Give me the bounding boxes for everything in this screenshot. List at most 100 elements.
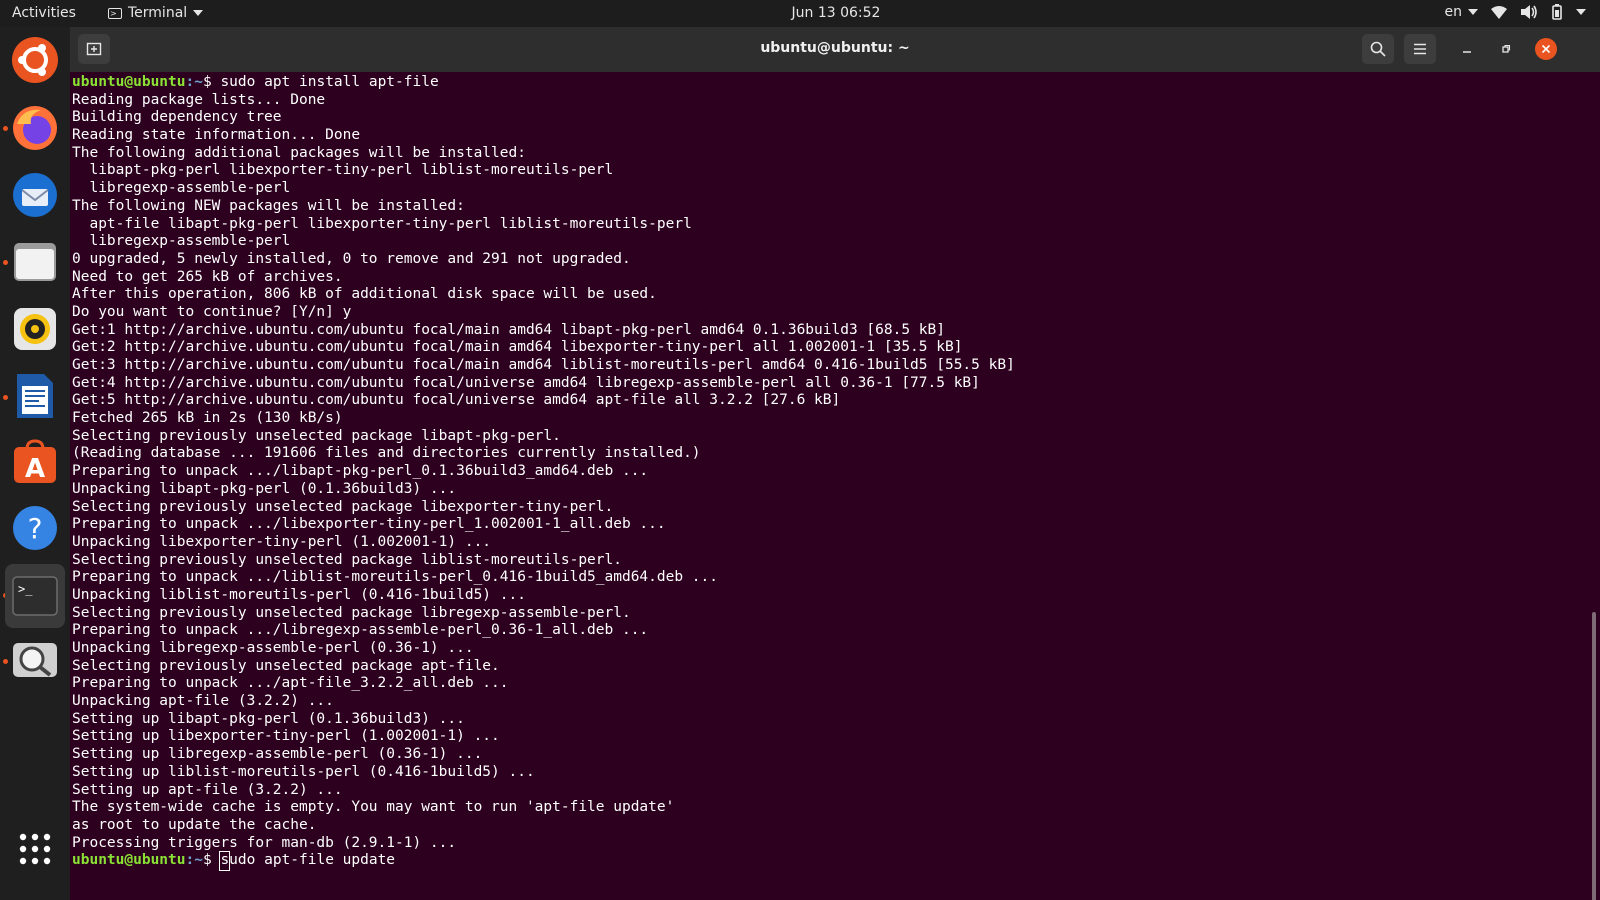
output-line: Unpacking libregexp-assemble-perl (0.36-… bbox=[72, 640, 474, 656]
output-line: Unpacking libapt-pkg-perl (0.1.36build3)… bbox=[72, 480, 457, 497]
header-bar[interactable]: ubuntu@ubuntu: ~ bbox=[70, 27, 1600, 72]
show-applications-button[interactable] bbox=[7, 821, 63, 877]
output-line: Selecting previously unselected package … bbox=[72, 657, 500, 674]
search-icon bbox=[1370, 41, 1386, 57]
search-button[interactable] bbox=[1362, 34, 1394, 64]
output-line: Get:4 http://archive.ubuntu.com/ubuntu f… bbox=[72, 374, 980, 391]
firefox-icon bbox=[13, 106, 57, 150]
output-line: libregexp-assemble-perl bbox=[72, 180, 291, 197]
terminal-lines: ubuntu@ubuntu:~$ sudo apt install apt-fi… bbox=[72, 74, 1015, 871]
output-line: Setting up libregexp-assemble-perl (0.36… bbox=[72, 746, 483, 763]
terminal-output[interactable]: ubuntu@ubuntu:~$ sudo apt install apt-fi… bbox=[70, 72, 1600, 900]
output-line: Selecting previously unselected package … bbox=[72, 551, 622, 568]
output-line: Unpacking apt-file (3.2.2) ... bbox=[72, 693, 334, 710]
dock-item-ubuntu[interactable] bbox=[7, 32, 63, 88]
svg-text:?: ? bbox=[28, 512, 43, 545]
chevron-down-icon bbox=[1576, 9, 1586, 15]
output-line: Selecting previously unselected package … bbox=[72, 427, 561, 444]
dock-item-writer[interactable] bbox=[7, 368, 63, 424]
dock-item-app-store[interactable]: A bbox=[7, 434, 63, 490]
maximize-button[interactable] bbox=[1495, 38, 1517, 60]
current-input-line[interactable]: ubuntu@ubuntu:~$ sudo apt-file update bbox=[72, 851, 1015, 871]
battery-icon bbox=[1552, 4, 1562, 20]
output-line: (Reading database ... 191606 files and d… bbox=[72, 445, 701, 462]
output-line: Get:5 http://archive.ubuntu.com/ubuntu f… bbox=[72, 392, 841, 409]
dock: A ? >_ bbox=[0, 27, 70, 900]
command-output: Reading package lists... Done Building de… bbox=[72, 92, 1015, 853]
output-line: Get:1 http://archive.ubuntu.com/ubuntu f… bbox=[72, 321, 945, 338]
minimize-button[interactable] bbox=[1456, 38, 1478, 60]
folder-icon bbox=[14, 243, 56, 281]
dock-item-screenshot[interactable] bbox=[7, 632, 63, 688]
input-text: udo apt-file update bbox=[229, 852, 396, 869]
output-line: apt-file libapt-pkg-perl libexporter-tin… bbox=[72, 215, 692, 232]
output-line: Get:2 http://archive.ubuntu.com/ubuntu f… bbox=[72, 339, 963, 356]
output-line: After this operation, 806 kB of addition… bbox=[72, 286, 657, 303]
close-button[interactable] bbox=[1535, 38, 1557, 60]
output-line: Reading package lists... Done bbox=[72, 91, 326, 108]
shopping-bag-icon: A bbox=[14, 439, 56, 484]
terminal-window: ubuntu@ubuntu: ~ ubuntu@ubuntu:~$ sudo a… bbox=[70, 27, 1600, 900]
output-line: libregexp-assemble-perl bbox=[72, 233, 291, 250]
output-line: Selecting previously unselected package … bbox=[72, 604, 631, 621]
menu-button[interactable] bbox=[1404, 34, 1436, 64]
output-line: Need to get 265 kB of archives. bbox=[72, 268, 343, 285]
dock-item-terminal[interactable]: >_ bbox=[5, 564, 65, 628]
output-line: Processing triggers for man-db (2.9.1-1)… bbox=[72, 834, 457, 851]
output-line: Unpacking libexporter-tiny-perl (1.00200… bbox=[72, 533, 492, 550]
output-line: Preparing to unpack .../libapt-pkg-perl_… bbox=[72, 463, 649, 480]
app-grid-icon bbox=[19, 833, 51, 865]
close-icon bbox=[1541, 44, 1551, 54]
output-line: Preparing to unpack .../libexporter-tiny… bbox=[72, 516, 666, 533]
output-line: Setting up apt-file (3.2.2) ... bbox=[72, 781, 343, 798]
output-line: Do you want to continue? [Y/n] y bbox=[72, 303, 352, 320]
command-text: sudo apt install apt-file bbox=[220, 74, 439, 90]
speaker-icon bbox=[14, 308, 56, 350]
output-line: The system-wide cache is empty. You may … bbox=[72, 799, 675, 816]
output-line: Building dependency tree bbox=[72, 109, 282, 126]
magnifier-icon bbox=[13, 643, 57, 677]
top-bar: Activities > Terminal Jun 13 06:52 en bbox=[0, 0, 1600, 27]
output-line: Selecting previously unselected package … bbox=[72, 498, 614, 515]
output-line: Preparing to unpack .../apt-file_3.2.2_a… bbox=[72, 675, 509, 692]
output-line: libapt-pkg-perl libexporter-tiny-perl li… bbox=[72, 162, 614, 179]
restore-icon bbox=[1502, 44, 1511, 53]
output-line: Preparing to unpack .../libregexp-assemb… bbox=[72, 622, 649, 639]
output-line: Fetched 265 kB in 2s (130 kB/s) bbox=[72, 410, 343, 427]
wifi-icon bbox=[1491, 6, 1507, 19]
dock-item-thunderbird[interactable] bbox=[7, 167, 63, 223]
output-line: Preparing to unpack .../liblist-moreutil… bbox=[72, 569, 719, 586]
command-line: ubuntu@ubuntu:~$ sudo apt install apt-fi… bbox=[72, 74, 1015, 92]
ubuntu-logo-icon bbox=[12, 37, 58, 83]
minimize-icon bbox=[1463, 51, 1471, 53]
scrollbar[interactable] bbox=[1592, 612, 1596, 900]
hamburger-menu-icon bbox=[1414, 43, 1426, 55]
output-line: Setting up libexporter-tiny-perl (1.0020… bbox=[72, 728, 500, 745]
output-line: Setting up liblist-moreutils-perl (0.416… bbox=[72, 763, 535, 780]
system-tray[interactable]: en bbox=[1444, 4, 1586, 20]
prompt-user: ubuntu@ubuntu bbox=[72, 74, 186, 90]
output-line: Setting up libapt-pkg-perl (0.1.36build3… bbox=[72, 710, 465, 727]
svg-text:A: A bbox=[25, 454, 45, 484]
dock-item-help[interactable]: ? bbox=[7, 500, 63, 556]
text-cursor: s bbox=[219, 851, 231, 871]
output-line: as root to update the cache. bbox=[72, 816, 317, 833]
chevron-down-icon bbox=[1468, 9, 1478, 15]
dock-item-files[interactable] bbox=[7, 234, 63, 290]
prompt-user: ubuntu@ubuntu bbox=[72, 852, 186, 869]
prompt-symbol: $ bbox=[202, 74, 221, 90]
lang-label: en bbox=[1444, 4, 1463, 20]
thunderbird-icon bbox=[13, 173, 57, 217]
svg-text:>_: >_ bbox=[18, 582, 33, 596]
dock-item-rhythmbox[interactable] bbox=[7, 301, 63, 357]
output-line: 0 upgraded, 5 newly installed, 0 to remo… bbox=[72, 250, 631, 267]
prompt-path: :~ bbox=[185, 852, 203, 869]
clock[interactable]: Jun 13 06:52 bbox=[0, 5, 1600, 21]
dock-item-firefox[interactable] bbox=[7, 100, 63, 156]
output-line: The following NEW packages will be insta… bbox=[72, 197, 465, 214]
terminal-icon: >_ bbox=[12, 576, 58, 616]
keyboard-layout-indicator[interactable]: en bbox=[1444, 4, 1478, 20]
output-line: Reading state information... Done bbox=[72, 127, 361, 144]
output-line: Unpacking liblist-moreutils-perl (0.416-… bbox=[72, 586, 526, 603]
document-icon bbox=[17, 374, 53, 418]
